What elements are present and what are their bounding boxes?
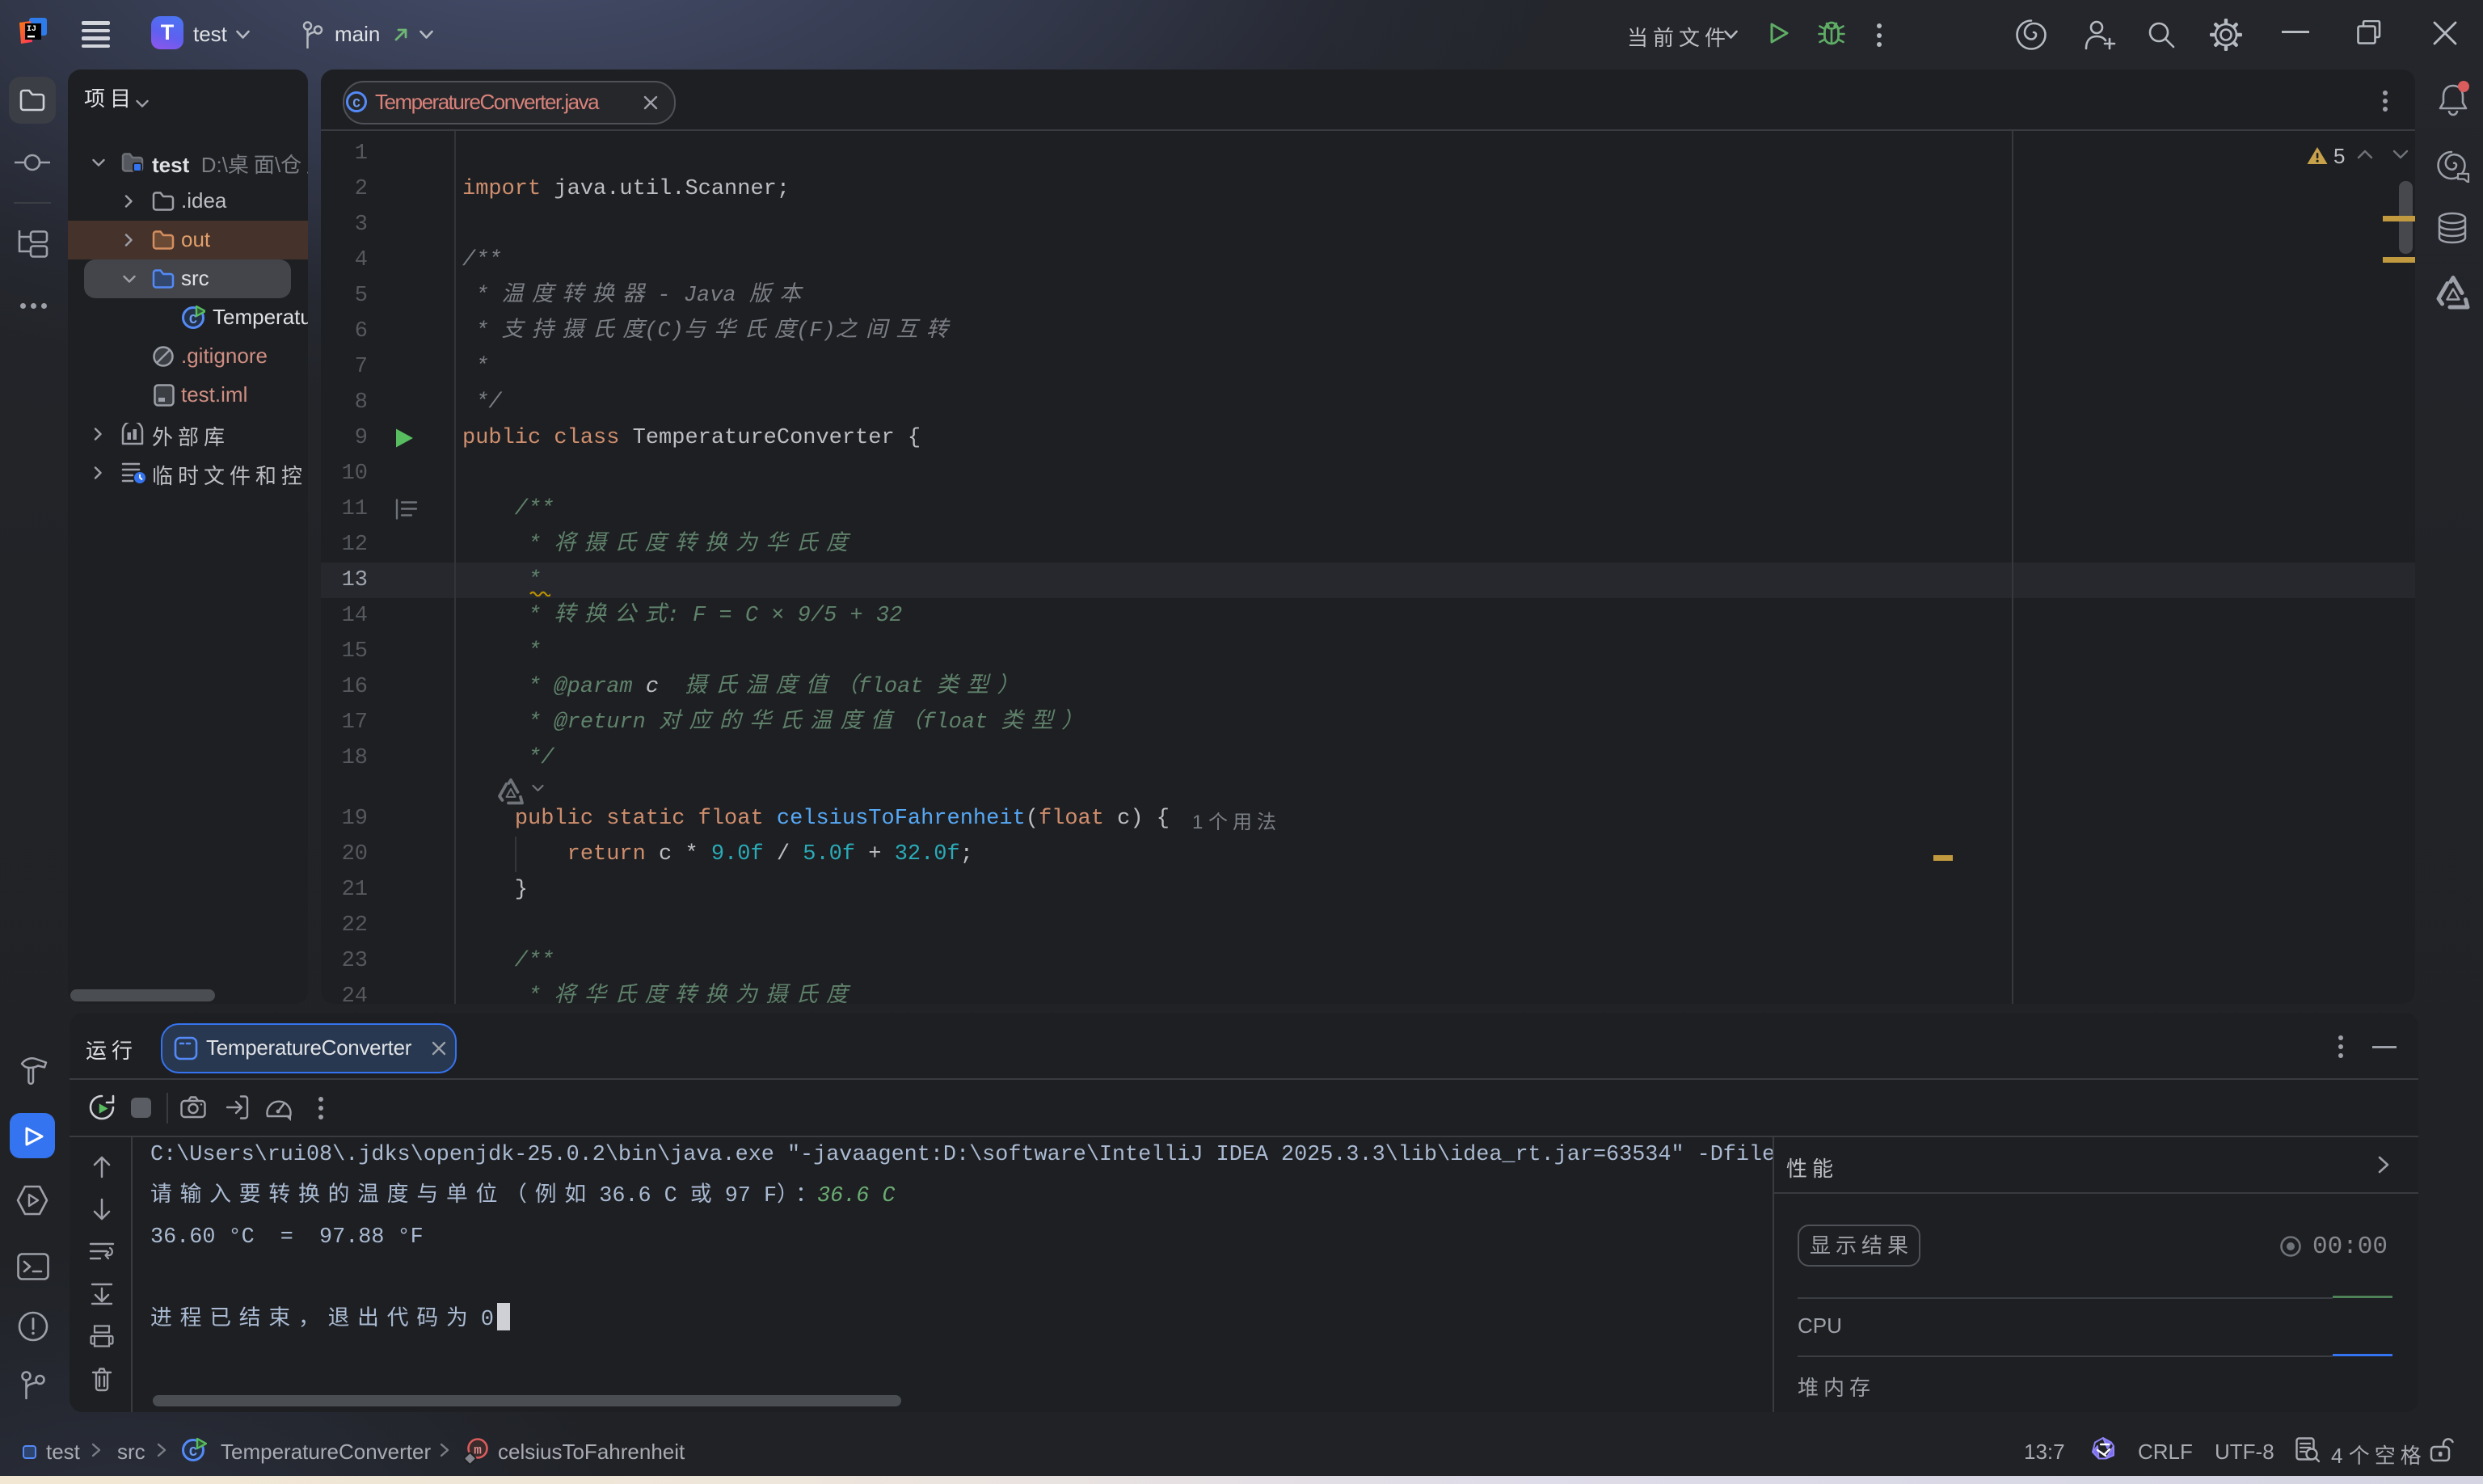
svg-text:C: C xyxy=(352,97,360,112)
svg-text:C: C xyxy=(189,1445,197,1461)
svg-text:IJ: IJ xyxy=(27,25,36,34)
svg-text:m: m xyxy=(474,1444,482,1458)
